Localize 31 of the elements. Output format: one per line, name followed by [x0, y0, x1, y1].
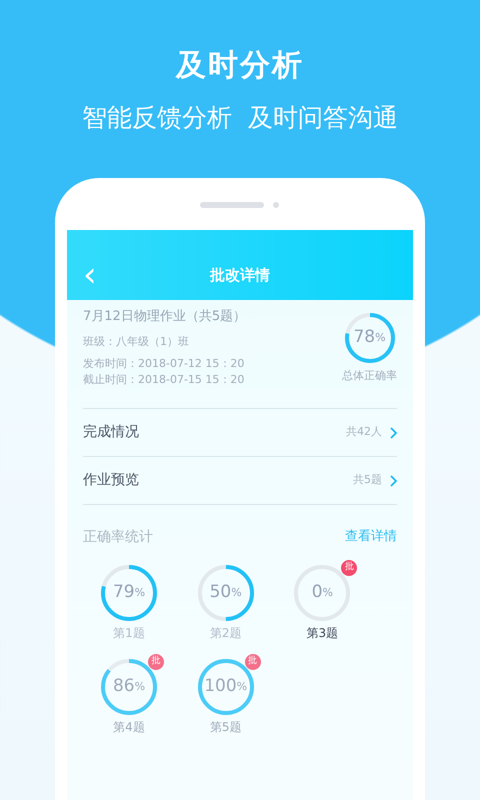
progress-ring	[344, 312, 396, 364]
row-label[interactable]: 作业预览	[83, 470, 139, 491]
headline: 及时分析	[174, 47, 305, 85]
camera-dot	[273, 202, 279, 208]
section-title: 正确率统计	[83, 528, 153, 547]
chevron-icon	[390, 426, 397, 438]
deadline-time: 截止时间：2018-07-15 15：20	[83, 372, 246, 388]
question-label[interactable]: 第1题	[113, 624, 145, 642]
marking-badge: 批	[148, 654, 164, 670]
count-text: 共42人	[346, 424, 382, 440]
question-label[interactable]: 第2题	[210, 624, 242, 642]
chevron-icon	[390, 474, 397, 486]
marking-badge: 批	[244, 654, 261, 670]
row-label[interactable]: 完成情况	[83, 422, 139, 443]
publish-time: 发布时间：2018-07-12 15：20	[83, 356, 246, 372]
speaker-slot	[200, 202, 264, 208]
details-link[interactable]: 查看详情	[345, 527, 397, 548]
back-icon[interactable]: ‹	[83, 258, 97, 292]
tagline: 智能反馈分析 及时问答沟通	[81, 102, 399, 134]
screen-title: 批改详情	[210, 264, 270, 286]
class-text: 班级：八年级（1）班	[83, 334, 190, 350]
question-label[interactable]: 第4题	[113, 718, 145, 736]
marking-badge: 批	[341, 560, 358, 576]
phone-frame: ‹ 批改详情 7月12日物理作业（共5题） 班级：八年级（1）班 发布时间：2018-07-12 15：20 截止时间：2018-07-15 15：20 78% 总体正确率 完成情况 共42人 作业预览 共5题 正确率统计 查看详情 79% 第1题 50% 第2题 0% 批 第3题 86% 批 第4题 100% 批 第5题	[55, 178, 425, 800]
progress-ring	[196, 564, 255, 622]
assignment-title: 7月12日物理作业（共5题）	[83, 308, 246, 326]
overall-label: 总体正确率	[342, 368, 397, 384]
question-label[interactable]: 第3题	[306, 624, 338, 642]
count-text: 共5题	[353, 472, 382, 488]
question-label[interactable]: 第5题	[210, 718, 242, 736]
progress-ring	[100, 564, 158, 622]
